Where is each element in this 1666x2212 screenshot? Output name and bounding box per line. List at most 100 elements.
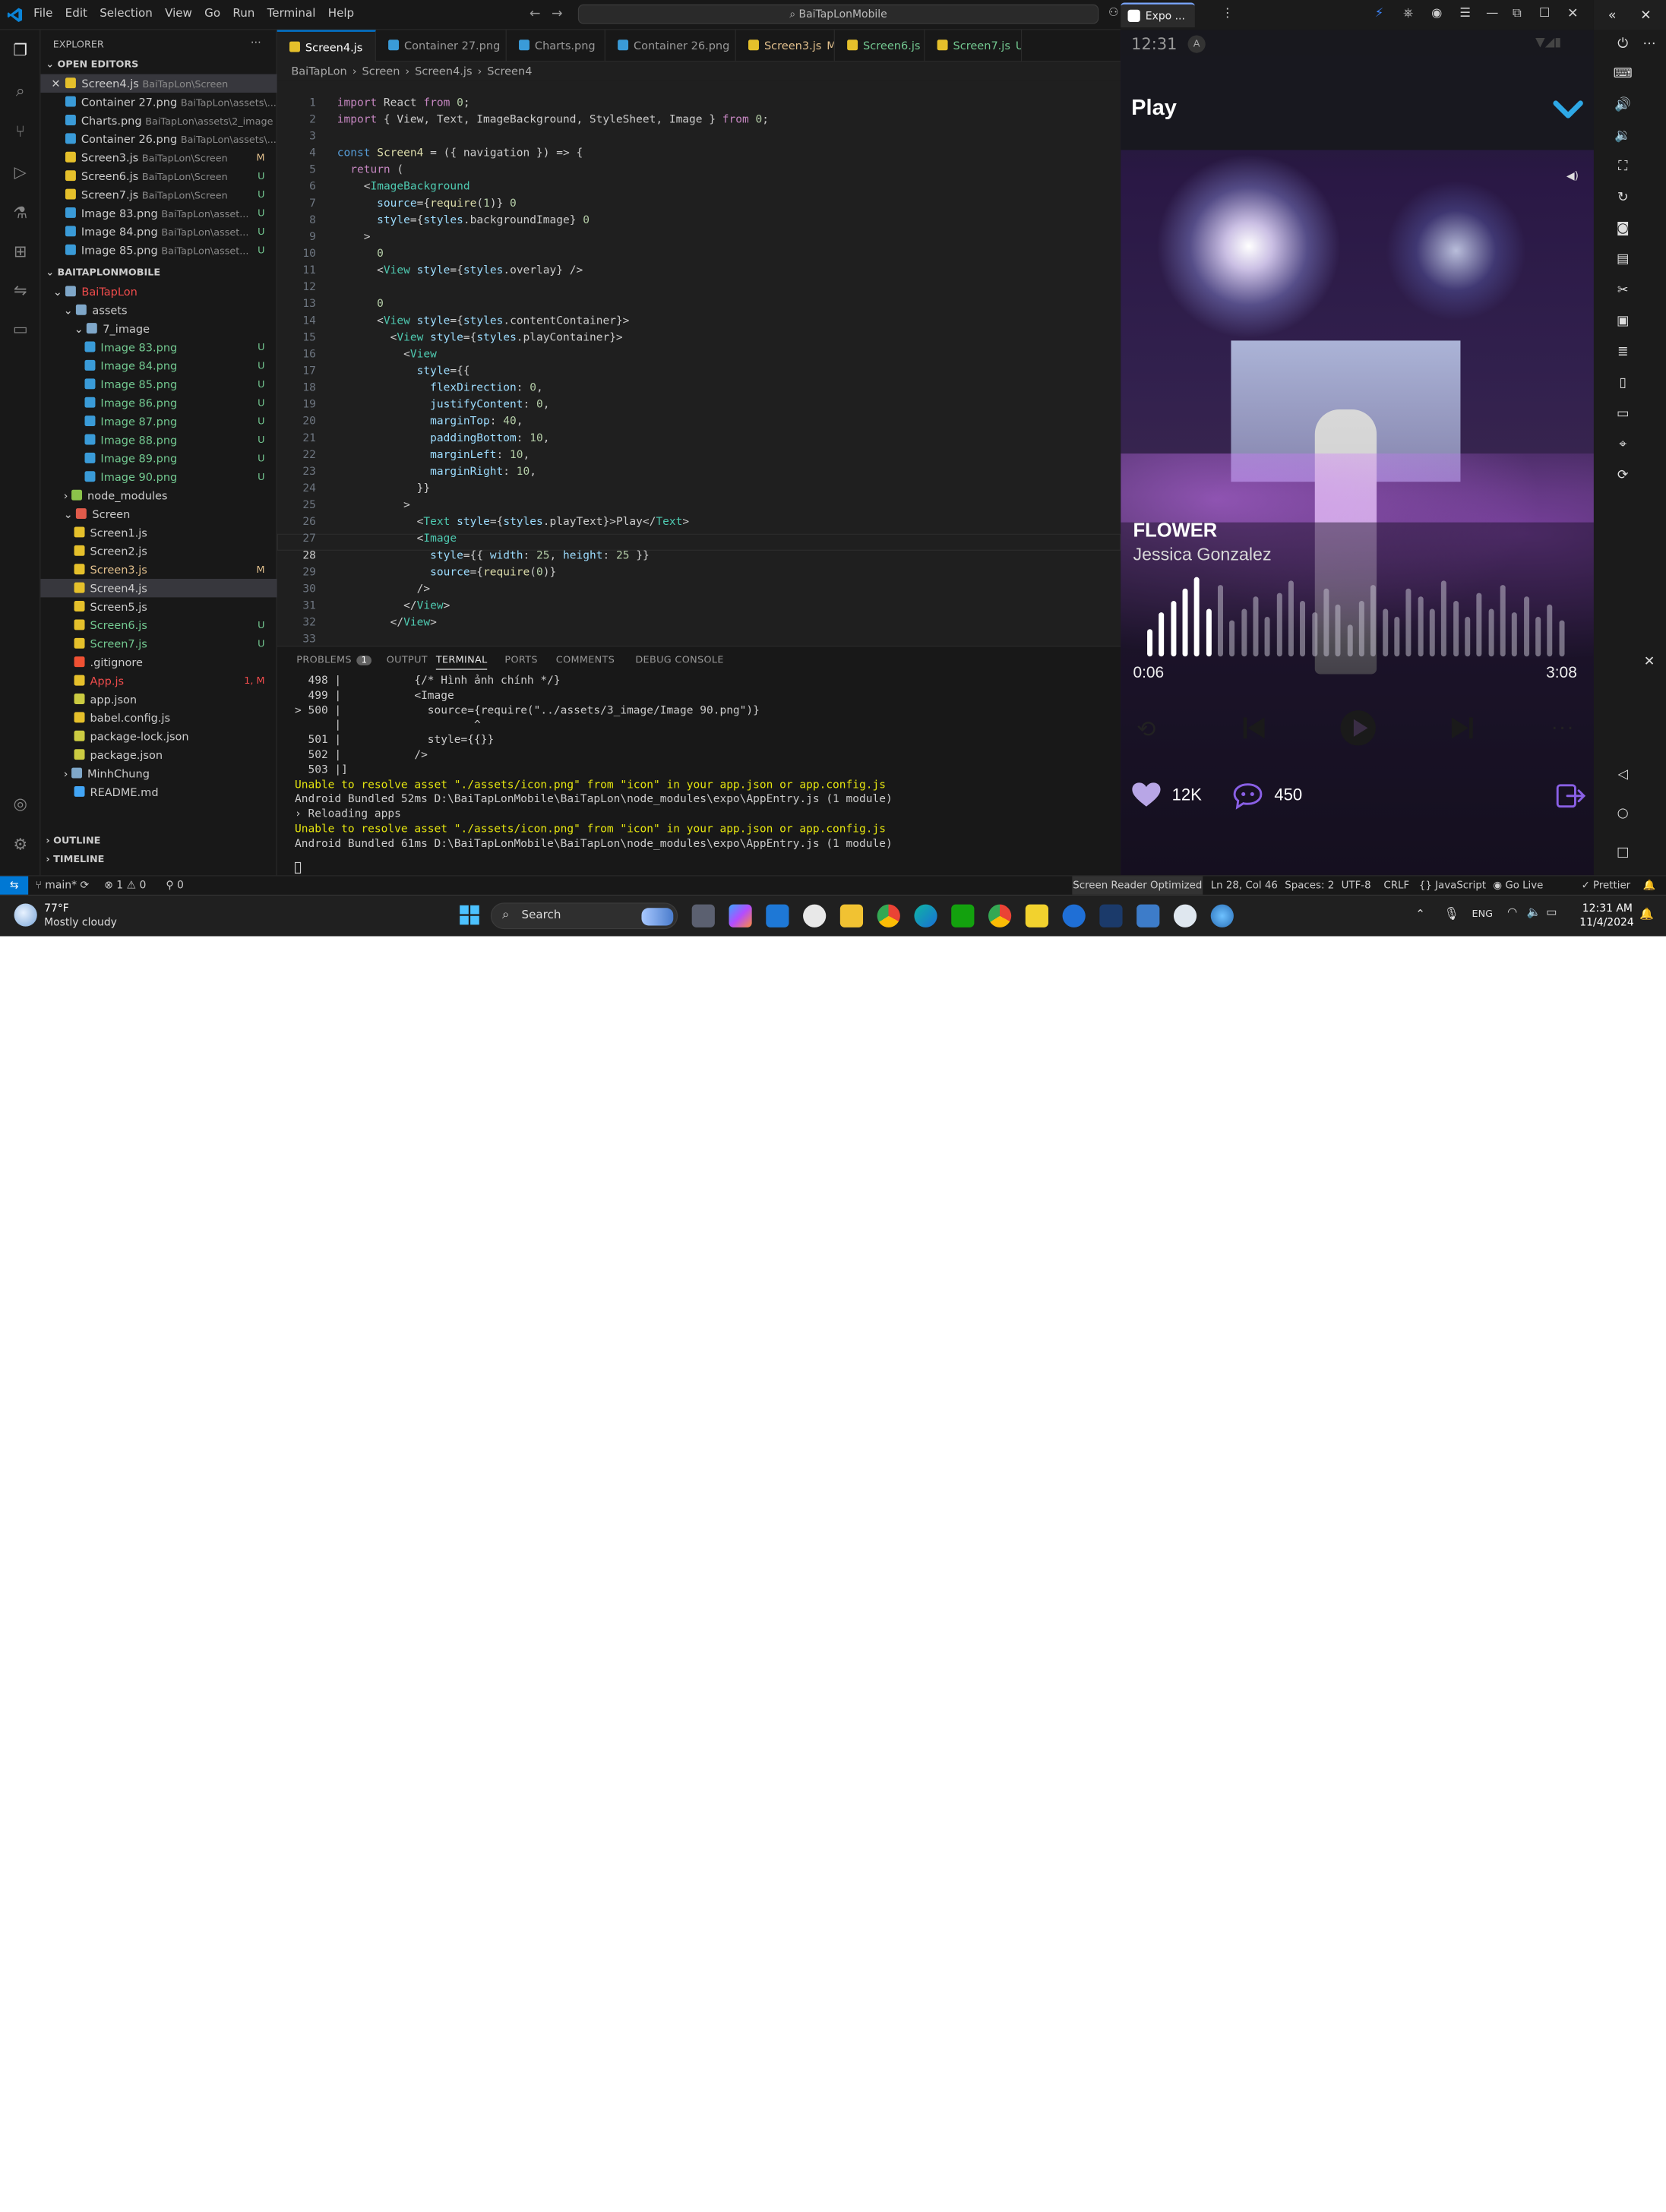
folder-item[interactable]: › MinhChung: [40, 764, 277, 782]
file-tree-item[interactable]: .gitignore: [40, 653, 277, 672]
location-icon[interactable]: ⌖: [1613, 434, 1633, 454]
green-app-icon[interactable]: [951, 904, 975, 927]
emulator-tab[interactable]: Expo ...: [1121, 2, 1195, 28]
edge-icon[interactable]: [914, 904, 937, 927]
more-dots-icon[interactable]: ···: [1551, 719, 1575, 741]
menu-item[interactable]: View: [165, 7, 192, 20]
menu-item[interactable]: Run: [232, 7, 254, 20]
window-snap-icon[interactable]: ⧉: [1513, 6, 1522, 21]
copilot-icon[interactable]: ⚇: [1108, 6, 1119, 19]
microphone-icon[interactable]: 🎙: [1443, 907, 1459, 921]
collapse-icon[interactable]: «: [1602, 5, 1622, 25]
more-actions-icon[interactable]: ···: [251, 35, 261, 48]
code-line[interactable]: <Text style={styles.playText}>Play</Text…: [337, 514, 689, 527]
menu-item[interactable]: Edit: [65, 7, 87, 20]
file-tree-item[interactable]: Screen3.js M: [40, 561, 277, 579]
outline-header[interactable]: › OUTLINE: [46, 835, 100, 846]
shake-icon[interactable]: ▯: [1613, 372, 1633, 392]
screen-reader-status[interactable]: Screen Reader Optimized: [1072, 876, 1203, 895]
open-editor-item[interactable]: Image 84.png BaiTapLon\asset... U: [40, 223, 277, 241]
code-line[interactable]: <View: [337, 347, 437, 360]
panel-tab[interactable]: DEBUG CONSOLE: [635, 654, 723, 665]
breadcrumb-item[interactable]: Screen: [362, 65, 400, 77]
editor-tab[interactable]: Charts.png: [507, 30, 605, 62]
code-line[interactable]: <ImageBackground: [337, 179, 470, 192]
media-icon[interactable]: ▤: [1613, 249, 1633, 269]
maximize-icon[interactable]: ☐: [1539, 6, 1551, 21]
run-debug-icon[interactable]: ▷: [10, 163, 31, 184]
open-editor-item[interactable]: Screen7.js BaiTapLon\Screen U: [40, 185, 277, 204]
panel-tab[interactable]: TERMINAL: [435, 654, 488, 670]
input-language[interactable]: ENG: [1472, 908, 1494, 919]
code-line[interactable]: </View>: [337, 599, 450, 611]
remote-icon[interactable]: ⇋: [10, 280, 31, 302]
open-editor-item[interactable]: Screen3.js BaiTapLon\Screen M: [40, 148, 277, 166]
panel-tab[interactable]: COMMENTS: [556, 654, 615, 665]
bell-icon[interactable]: 🔔: [1643, 879, 1656, 891]
folder-item[interactable]: › node_modules: [40, 486, 277, 504]
file-tree-item[interactable]: babel.config.js: [40, 709, 277, 727]
file-tree-item[interactable]: app.json: [40, 690, 277, 708]
code-line[interactable]: 0: [337, 296, 384, 309]
apk-install-icon[interactable]: ▣: [1613, 311, 1633, 330]
wifi-icon[interactable]: ◠: [1507, 906, 1517, 919]
camera-icon[interactable]: ◙: [1613, 218, 1633, 238]
chrome-profile-icon[interactable]: [988, 904, 1012, 927]
open-editors-header[interactable]: ⌄ OPEN EDITORS: [46, 58, 138, 70]
nav-back-icon[interactable]: ←: [530, 5, 541, 21]
menu-item[interactable]: Help: [328, 7, 354, 20]
speaker-icon[interactable]: 🔈: [1527, 906, 1541, 919]
share-icon[interactable]: [1555, 780, 1587, 810]
open-editor-item[interactable]: Image 83.png BaiTapLon\asset... U: [40, 204, 277, 222]
file-explorer-icon[interactable]: [839, 904, 864, 927]
menu-item[interactable]: Selection: [100, 7, 153, 20]
file-tree-item[interactable]: Image 84.png U: [40, 356, 277, 374]
recents-nav-icon[interactable]: □: [1613, 842, 1633, 861]
panel-tab[interactable]: PORTS: [504, 654, 537, 665]
code-line[interactable]: source={require(1)} 0: [337, 196, 517, 209]
more-options-icon[interactable]: ⋯: [1639, 33, 1659, 53]
folder-item[interactable]: ⌄ Screen: [40, 504, 277, 523]
explorer-icon[interactable]: ❐: [10, 40, 31, 62]
home-nav-icon[interactable]: ○: [1613, 803, 1633, 823]
code-line[interactable]: return (: [337, 163, 403, 175]
repeat-icon[interactable]: ⟲: [1136, 716, 1155, 743]
battery-icon[interactable]: ▭: [1546, 906, 1557, 919]
code-editor[interactable]: 1 import React from 0; 2 import { View, Tex…: [277, 81, 1121, 646]
chevron-down-icon[interactable]: [1553, 97, 1583, 122]
code-line[interactable]: style={{: [337, 364, 470, 377]
file-tree-item[interactable]: Image 89.png U: [40, 449, 277, 467]
windows-start-icon[interactable]: [459, 905, 480, 926]
code-line[interactable]: flexDirection: 0,: [337, 381, 543, 393]
taskbar-time[interactable]: 12:31 AM: [1579, 902, 1633, 914]
editor-tab[interactable]: Container 26.png: [605, 30, 736, 62]
nav-forward-icon[interactable]: →: [552, 5, 563, 21]
folder-item[interactable]: ⌄ assets: [40, 301, 277, 319]
close-panel-icon[interactable]: ✕: [1639, 651, 1659, 671]
code-line[interactable]: >: [337, 229, 371, 242]
editor-tab[interactable]: Screen6.jsU: [835, 30, 925, 62]
code-line[interactable]: </View>: [337, 615, 437, 628]
go-live-button[interactable]: ◉ Go Live: [1493, 879, 1543, 891]
account-icon[interactable]: ◎: [10, 794, 31, 815]
rotate-device-icon[interactable]: ⟳: [1613, 465, 1633, 485]
postman-like-icon[interactable]: [1025, 904, 1048, 927]
code-line[interactable]: />: [337, 581, 430, 594]
chrome-icon[interactable]: [877, 904, 900, 927]
volume-down-icon[interactable]: 🔉: [1613, 125, 1633, 145]
indentation[interactable]: Spaces: 2: [1285, 879, 1334, 891]
file-tree-item[interactable]: Image 90.png U: [40, 468, 277, 486]
extensions-icon[interactable]: ⊞: [10, 242, 31, 263]
back-nav-icon[interactable]: ◁: [1613, 764, 1633, 784]
minimize-icon[interactable]: —: [1486, 6, 1498, 21]
play-button-icon[interactable]: [1339, 709, 1377, 747]
globe-app-icon[interactable]: [1210, 904, 1234, 927]
close-icon[interactable]: ✕: [51, 77, 60, 90]
notification-bell-icon[interactable]: 🔔: [1639, 908, 1654, 921]
file-tree-item[interactable]: Screen4.js: [40, 579, 277, 598]
code-line[interactable]: style={{ width: 25, height: 25 }}: [337, 548, 650, 561]
command-center-search[interactable]: ⌕ BaiTapLonMobile: [577, 4, 1099, 24]
code-line[interactable]: paddingBottom: 10,: [337, 431, 549, 444]
keyboard-icon[interactable]: ⌨: [1613, 64, 1633, 84]
file-tree-item[interactable]: Image 87.png U: [40, 412, 277, 430]
